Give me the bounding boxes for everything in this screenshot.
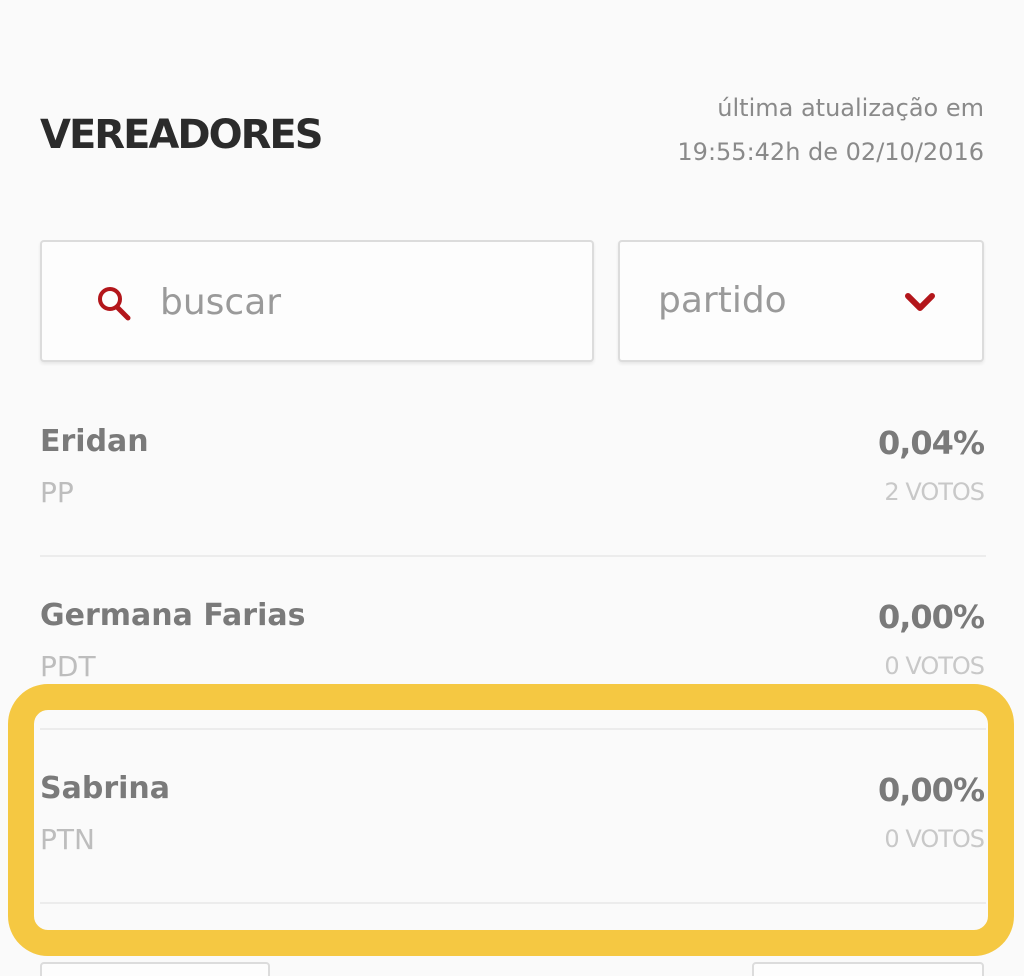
candidate-votes: 2 VOTOS — [884, 478, 985, 506]
candidate-percent: 0,00% — [877, 771, 985, 809]
candidate-name: Germana Farias — [40, 598, 306, 633]
candidate-row[interactable]: Sabrina PTN 0,00% 0 VOTOS — [40, 771, 985, 943]
search-icon — [98, 287, 131, 321]
candidate-votes: 0 VOTOS — [884, 825, 985, 853]
pagination-next-button[interactable] — [752, 962, 984, 976]
candidate-party: PTN — [40, 823, 95, 856]
last-update-info: última atualização em 19:55:42h de 02/10… — [677, 86, 984, 174]
candidate-name: Sabrina — [40, 771, 171, 806]
candidate-row[interactable]: Eridan PP 0,04% 2 VOTOS — [40, 424, 985, 596]
divider — [40, 902, 986, 904]
candidate-name: Eridan — [40, 424, 149, 459]
page-title: VEREADORES — [40, 112, 324, 158]
search-box[interactable] — [40, 240, 594, 362]
candidate-party: PP — [40, 476, 74, 509]
divider — [40, 555, 986, 557]
candidate-party: PDT — [40, 650, 96, 683]
party-dropdown[interactable]: partido — [618, 240, 984, 362]
party-dropdown-label: partido — [658, 280, 787, 321]
candidate-row[interactable]: Germana Farias PDT 0,00% 0 VOTOS — [40, 598, 985, 770]
candidate-votes: 0 VOTOS — [884, 652, 985, 680]
search-input[interactable] — [160, 272, 560, 332]
candidate-percent: 0,04% — [877, 424, 985, 462]
last-update-timestamp: 19:55:42h de 02/10/2016 — [677, 138, 984, 166]
last-update-label: última atualização em — [717, 94, 984, 122]
chevron-down-icon — [905, 293, 935, 311]
results-page: VEREADORES última atualização em 19:55:4… — [0, 0, 1024, 976]
pagination-previous-button[interactable] — [40, 962, 270, 976]
candidate-percent: 0,00% — [877, 598, 985, 636]
divider — [40, 728, 986, 730]
